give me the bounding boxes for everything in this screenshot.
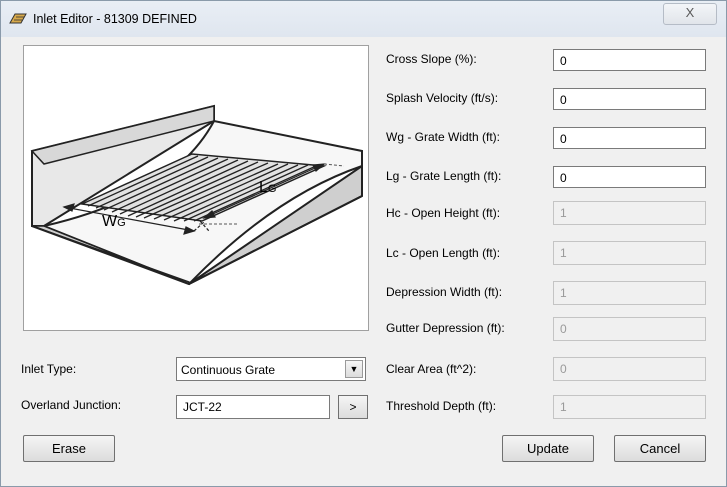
close-button[interactable]: X (663, 3, 717, 25)
threshold-depth-input: 1 (553, 395, 706, 419)
grate-width-input[interactable]: 0 (553, 127, 706, 149)
gutter-depression-input: 0 (553, 317, 706, 341)
splash-velocity-label: Splash Velocity (ft/s): (386, 91, 499, 105)
overland-junction-input[interactable]: JCT-22 (176, 395, 330, 419)
update-button[interactable]: Update (502, 435, 594, 462)
window-title: Inlet Editor - 81309 DEFINED (33, 12, 197, 26)
open-length-label: Lc - Open Length (ft): (386, 246, 501, 260)
clear-area-input: 0 (553, 357, 706, 381)
open-length-input: 1 (553, 241, 706, 265)
cross-slope-label: Cross Slope (%): (386, 52, 477, 66)
clear-area-label: Clear Area (ft^2): (386, 362, 477, 376)
inlet-diagram: LG WG (23, 45, 369, 331)
gutter-depression-label: Gutter Depression (ft): (386, 321, 505, 335)
overland-junction-button[interactable]: > (338, 395, 368, 419)
grate-width-label: Wg - Grate Width (ft): (386, 130, 501, 144)
grate-length-input[interactable]: 0 (553, 166, 706, 188)
overland-junction-label: Overland Junction: (21, 398, 122, 412)
open-height-input: 1 (553, 201, 706, 225)
threshold-depth-label: Threshold Depth (ft): (386, 399, 497, 413)
open-height-label: Hc - Open Height (ft): (386, 206, 501, 220)
inlet-type-label: Inlet Type: (21, 362, 77, 376)
inlet-app-icon (9, 13, 27, 24)
cross-slope-input[interactable]: 0 (553, 49, 706, 71)
inlet-type-value: Continuous Grate (181, 363, 276, 377)
close-icon: X (685, 5, 695, 20)
cancel-button[interactable]: Cancel (614, 435, 706, 462)
chevron-down-icon[interactable]: ▼ (345, 360, 363, 378)
inlet-editor-window: Inlet Editor - 81309 DEFINED X LG WG Cro… (0, 0, 727, 487)
grate-length-label: Lg - Grate Length (ft): (386, 169, 502, 183)
splash-velocity-input[interactable]: 0 (553, 88, 706, 110)
inlet-type-select[interactable]: Continuous Grate ▼ (176, 357, 366, 381)
grate-inlet-illustration: LG WG (30, 104, 363, 286)
depression-width-input: 1 (553, 281, 706, 305)
title-bar: Inlet Editor - 81309 DEFINED X (1, 1, 726, 37)
erase-button[interactable]: Erase (23, 435, 115, 462)
depression-width-label: Depression Width (ft): (386, 285, 503, 299)
